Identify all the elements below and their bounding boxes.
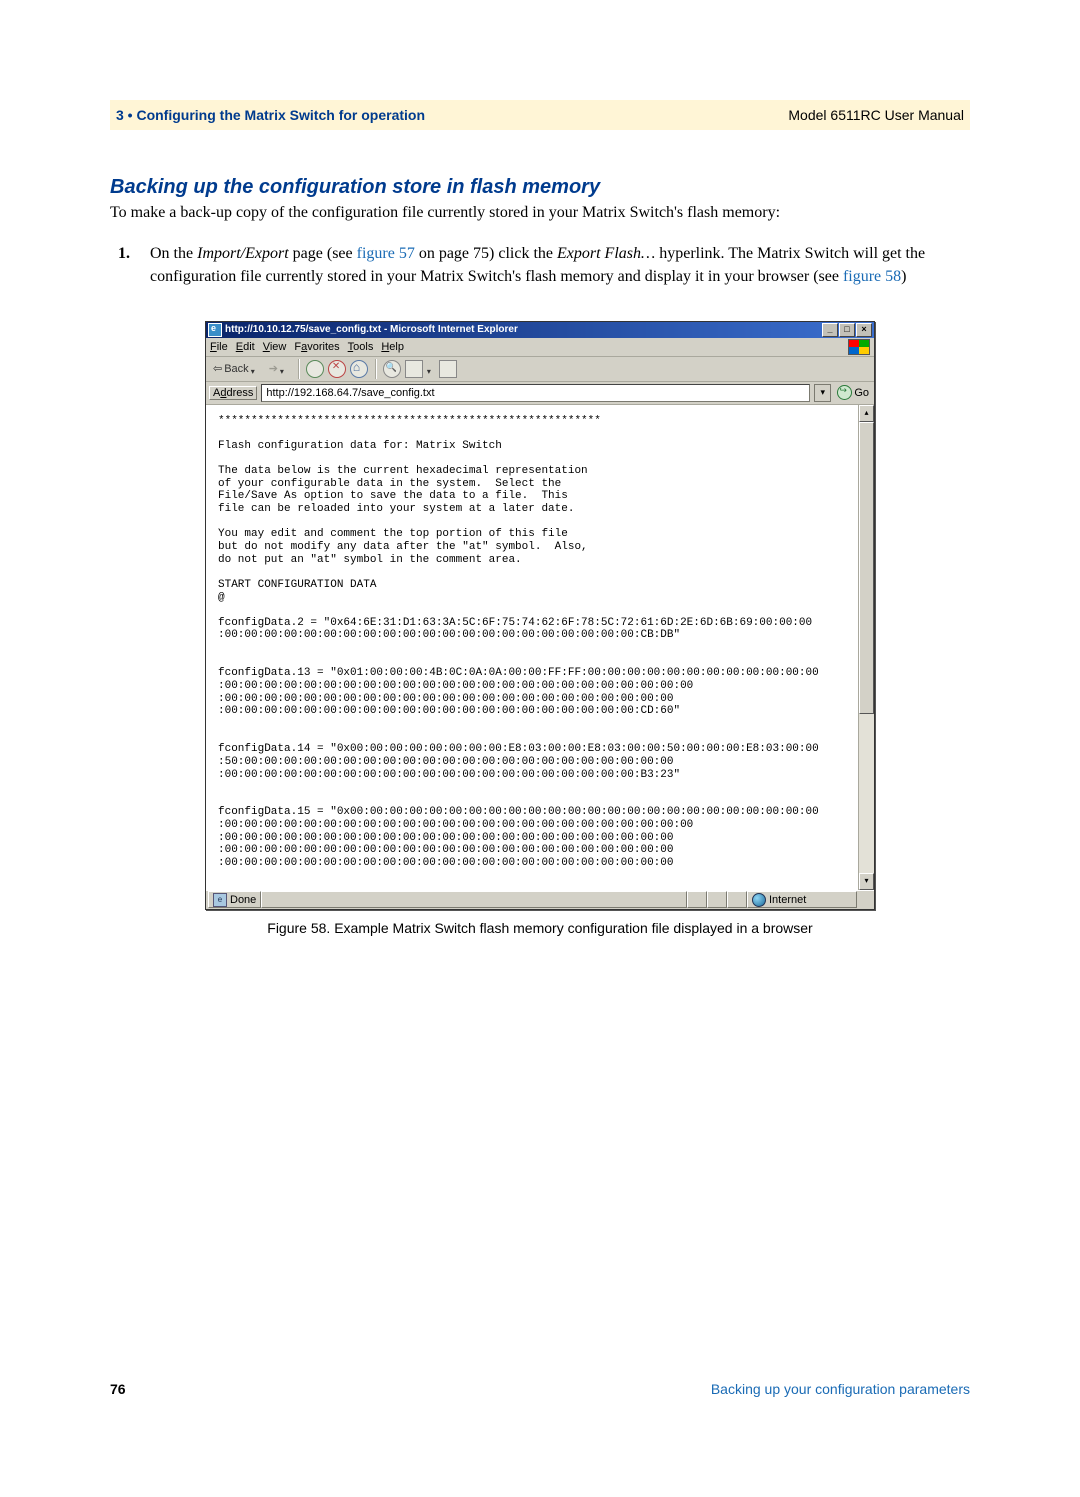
status-sep-2	[707, 891, 727, 908]
history-dropdown-icon[interactable]	[427, 365, 435, 373]
scroll-up-icon[interactable]: ▴	[859, 405, 874, 422]
page-header: 3 • Configuring the Matrix Switch for op…	[110, 100, 970, 130]
favorites-icon[interactable]	[405, 360, 423, 378]
figure-58: http://10.10.12.75/save_config.txt - Mic…	[205, 321, 875, 936]
go-button[interactable]: Go	[835, 385, 871, 400]
export-flash-ref: Export Flash…	[557, 245, 655, 262]
print-icon[interactable]	[439, 360, 457, 378]
scroll-down-icon[interactable]: ▾	[859, 873, 874, 890]
chapter-title: 3 • Configuring the Matrix Switch for op…	[116, 107, 425, 123]
done-icon: e	[213, 893, 227, 907]
model-label: Model 6511RC User Manual	[788, 107, 964, 123]
stop-icon[interactable]	[328, 360, 346, 378]
menubar: File Edit View Favorites Tools Help	[206, 338, 874, 357]
page-footer: 76 Backing up your configuration paramet…	[110, 1381, 970, 1397]
status-sep-3	[727, 891, 747, 908]
go-icon	[837, 385, 852, 400]
menu-favorites[interactable]: Favorites	[294, 341, 339, 353]
fwd-dropdown-icon[interactable]	[280, 365, 288, 373]
address-dropdown-icon[interactable]: ▾	[814, 384, 831, 402]
footer-link[interactable]: Backing up your configuration parameters	[711, 1381, 970, 1397]
scroll-track[interactable]	[859, 422, 874, 873]
statusbar: e Done Internet	[206, 890, 874, 909]
vertical-scrollbar[interactable]: ▴ ▾	[858, 405, 874, 890]
status-sep-1	[687, 891, 707, 908]
intro-paragraph: To make a back-up copy of the configurat…	[110, 201, 970, 224]
forward-button[interactable]: ➔	[266, 361, 291, 376]
status-blank	[261, 891, 687, 908]
menu-tools[interactable]: Tools	[348, 341, 374, 353]
windows-logo-icon	[848, 339, 870, 355]
page-number: 76	[110, 1381, 126, 1397]
scroll-thumb[interactable]	[859, 422, 874, 714]
figure-58-link[interactable]: figure 58	[843, 268, 901, 285]
menu-help[interactable]: Help	[381, 341, 404, 353]
address-input[interactable]	[261, 384, 810, 402]
security-zone: Internet	[747, 891, 857, 908]
address-label: Address	[209, 386, 257, 400]
toolbar-separator	[375, 359, 376, 379]
ie-window: http://10.10.12.75/save_config.txt - Mic…	[205, 321, 875, 910]
close-button[interactable]: ×	[856, 323, 872, 337]
step-marker: 1.	[118, 242, 130, 265]
internet-zone-icon	[752, 893, 766, 907]
menu-view[interactable]: View	[263, 341, 287, 353]
section-heading: Backing up the configuration store in fl…	[110, 176, 970, 199]
toolbar: ⇦ Back ➔	[206, 357, 874, 382]
window-title: http://10.10.12.75/save_config.txt - Mic…	[225, 324, 518, 335]
menu-file[interactable]: File	[210, 341, 228, 353]
import-export-ref: Import/Export	[197, 245, 289, 262]
ie-app-icon	[208, 323, 222, 337]
back-dropdown-icon[interactable]	[251, 365, 259, 373]
minimize-button[interactable]: _	[822, 323, 838, 337]
titlebar[interactable]: http://10.10.12.75/save_config.txt - Mic…	[206, 322, 874, 338]
maximize-button[interactable]: □	[839, 323, 855, 337]
search-icon[interactable]	[383, 360, 401, 378]
status-done: e Done	[208, 891, 261, 908]
toolbar-separator	[298, 359, 299, 379]
back-button[interactable]: ⇦ Back	[210, 361, 262, 376]
address-bar: Address ▾ Go	[206, 382, 874, 405]
figure-caption: Figure 58. Example Matrix Switch flash m…	[205, 920, 875, 936]
figure-57-link[interactable]: figure 57	[357, 245, 415, 262]
config-text[interactable]: ****************************************…	[206, 405, 858, 890]
refresh-icon[interactable]	[306, 360, 324, 378]
home-icon[interactable]	[350, 360, 368, 378]
menu-edit[interactable]: Edit	[236, 341, 255, 353]
step-1: 1. On the Import/Export page (see figure…	[110, 242, 970, 288]
browser-viewport: ****************************************…	[206, 405, 874, 890]
